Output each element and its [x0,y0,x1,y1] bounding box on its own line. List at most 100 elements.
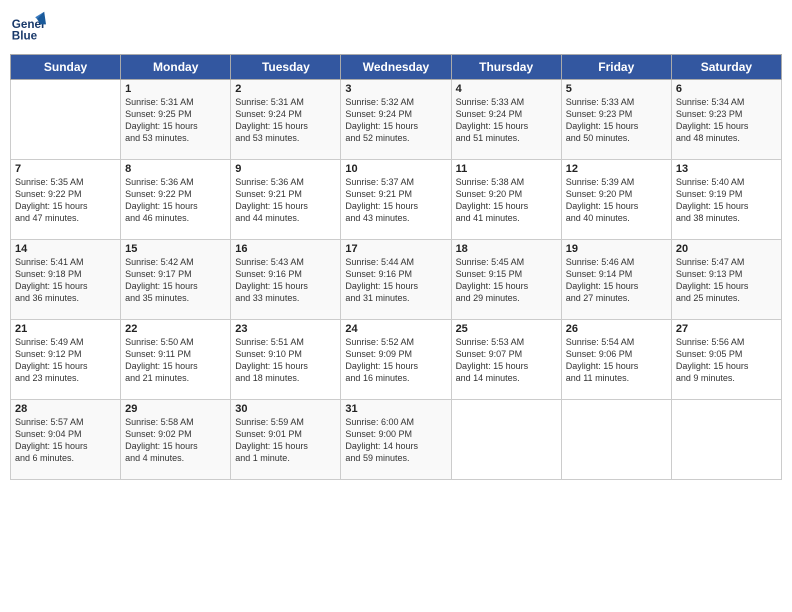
day-number: 23 [235,323,336,335]
page-header: General Blue [10,10,782,46]
day-number: 6 [676,83,777,95]
day-info: Sunrise: 6:00 AM Sunset: 9:00 PM Dayligh… [345,416,446,465]
day-info: Sunrise: 5:56 AM Sunset: 9:05 PM Dayligh… [676,336,777,385]
calendar-cell: 30Sunrise: 5:59 AM Sunset: 9:01 PM Dayli… [231,400,341,480]
day-number: 25 [456,323,557,335]
calendar-header: SundayMondayTuesdayWednesdayThursdayFrid… [11,55,782,80]
day-info: Sunrise: 5:41 AM Sunset: 9:18 PM Dayligh… [15,256,116,305]
day-number: 8 [125,163,226,175]
day-info: Sunrise: 5:36 AM Sunset: 9:21 PM Dayligh… [235,176,336,225]
day-info: Sunrise: 5:33 AM Sunset: 9:23 PM Dayligh… [566,96,667,145]
calendar-cell: 27Sunrise: 5:56 AM Sunset: 9:05 PM Dayli… [671,320,781,400]
day-info: Sunrise: 5:33 AM Sunset: 9:24 PM Dayligh… [456,96,557,145]
calendar-cell: 25Sunrise: 5:53 AM Sunset: 9:07 PM Dayli… [451,320,561,400]
day-number: 13 [676,163,777,175]
calendar-week-row: 14Sunrise: 5:41 AM Sunset: 9:18 PM Dayli… [11,240,782,320]
calendar-cell: 20Sunrise: 5:47 AM Sunset: 9:13 PM Dayli… [671,240,781,320]
day-number: 28 [15,403,116,415]
calendar-cell: 7Sunrise: 5:35 AM Sunset: 9:22 PM Daylig… [11,160,121,240]
calendar-cell: 12Sunrise: 5:39 AM Sunset: 9:20 PM Dayli… [561,160,671,240]
calendar-cell [11,80,121,160]
day-number: 30 [235,403,336,415]
calendar-cell: 16Sunrise: 5:43 AM Sunset: 9:16 PM Dayli… [231,240,341,320]
day-number: 5 [566,83,667,95]
day-info: Sunrise: 5:31 AM Sunset: 9:24 PM Dayligh… [235,96,336,145]
day-number: 22 [125,323,226,335]
calendar-cell: 13Sunrise: 5:40 AM Sunset: 9:19 PM Dayli… [671,160,781,240]
day-info: Sunrise: 5:52 AM Sunset: 9:09 PM Dayligh… [345,336,446,385]
calendar-cell: 21Sunrise: 5:49 AM Sunset: 9:12 PM Dayli… [11,320,121,400]
calendar-cell [561,400,671,480]
calendar-cell: 17Sunrise: 5:44 AM Sunset: 9:16 PM Dayli… [341,240,451,320]
day-info: Sunrise: 5:34 AM Sunset: 9:23 PM Dayligh… [676,96,777,145]
calendar-cell: 4Sunrise: 5:33 AM Sunset: 9:24 PM Daylig… [451,80,561,160]
day-info: Sunrise: 5:57 AM Sunset: 9:04 PM Dayligh… [15,416,116,465]
day-info: Sunrise: 5:36 AM Sunset: 9:22 PM Dayligh… [125,176,226,225]
calendar-week-row: 28Sunrise: 5:57 AM Sunset: 9:04 PM Dayli… [11,400,782,480]
day-info: Sunrise: 5:58 AM Sunset: 9:02 PM Dayligh… [125,416,226,465]
day-number: 2 [235,83,336,95]
day-info: Sunrise: 5:39 AM Sunset: 9:20 PM Dayligh… [566,176,667,225]
calendar-table: SundayMondayTuesdayWednesdayThursdayFrid… [10,54,782,480]
day-number: 12 [566,163,667,175]
day-of-week-header: Tuesday [231,55,341,80]
calendar-week-row: 7Sunrise: 5:35 AM Sunset: 9:22 PM Daylig… [11,160,782,240]
day-info: Sunrise: 5:50 AM Sunset: 9:11 PM Dayligh… [125,336,226,385]
day-number: 16 [235,243,336,255]
calendar-cell: 31Sunrise: 6:00 AM Sunset: 9:00 PM Dayli… [341,400,451,480]
calendar-cell: 9Sunrise: 5:36 AM Sunset: 9:21 PM Daylig… [231,160,341,240]
calendar-cell: 14Sunrise: 5:41 AM Sunset: 9:18 PM Dayli… [11,240,121,320]
calendar-cell: 19Sunrise: 5:46 AM Sunset: 9:14 PM Dayli… [561,240,671,320]
calendar-body: 1Sunrise: 5:31 AM Sunset: 9:25 PM Daylig… [11,80,782,480]
calendar-cell: 15Sunrise: 5:42 AM Sunset: 9:17 PM Dayli… [121,240,231,320]
day-number: 21 [15,323,116,335]
day-number: 10 [345,163,446,175]
calendar-cell: 18Sunrise: 5:45 AM Sunset: 9:15 PM Dayli… [451,240,561,320]
day-info: Sunrise: 5:44 AM Sunset: 9:16 PM Dayligh… [345,256,446,305]
calendar-week-row: 21Sunrise: 5:49 AM Sunset: 9:12 PM Dayli… [11,320,782,400]
day-info: Sunrise: 5:40 AM Sunset: 9:19 PM Dayligh… [676,176,777,225]
day-info: Sunrise: 5:53 AM Sunset: 9:07 PM Dayligh… [456,336,557,385]
day-info: Sunrise: 5:59 AM Sunset: 9:01 PM Dayligh… [235,416,336,465]
day-number: 14 [15,243,116,255]
day-info: Sunrise: 5:51 AM Sunset: 9:10 PM Dayligh… [235,336,336,385]
day-info: Sunrise: 5:43 AM Sunset: 9:16 PM Dayligh… [235,256,336,305]
calendar-cell: 1Sunrise: 5:31 AM Sunset: 9:25 PM Daylig… [121,80,231,160]
calendar-cell: 24Sunrise: 5:52 AM Sunset: 9:09 PM Dayli… [341,320,451,400]
calendar-cell [451,400,561,480]
day-number: 31 [345,403,446,415]
day-number: 24 [345,323,446,335]
logo-icon: General Blue [10,10,46,46]
day-info: Sunrise: 5:47 AM Sunset: 9:13 PM Dayligh… [676,256,777,305]
day-number: 20 [676,243,777,255]
day-number: 26 [566,323,667,335]
day-number: 4 [456,83,557,95]
day-info: Sunrise: 5:54 AM Sunset: 9:06 PM Dayligh… [566,336,667,385]
svg-text:Blue: Blue [12,30,38,43]
day-number: 1 [125,83,226,95]
day-info: Sunrise: 5:45 AM Sunset: 9:15 PM Dayligh… [456,256,557,305]
calendar-cell: 2Sunrise: 5:31 AM Sunset: 9:24 PM Daylig… [231,80,341,160]
calendar-cell: 23Sunrise: 5:51 AM Sunset: 9:10 PM Dayli… [231,320,341,400]
day-info: Sunrise: 5:32 AM Sunset: 9:24 PM Dayligh… [345,96,446,145]
calendar-cell: 11Sunrise: 5:38 AM Sunset: 9:20 PM Dayli… [451,160,561,240]
day-of-week-header: Sunday [11,55,121,80]
calendar-cell [671,400,781,480]
day-info: Sunrise: 5:49 AM Sunset: 9:12 PM Dayligh… [15,336,116,385]
calendar-cell: 6Sunrise: 5:34 AM Sunset: 9:23 PM Daylig… [671,80,781,160]
calendar-cell: 5Sunrise: 5:33 AM Sunset: 9:23 PM Daylig… [561,80,671,160]
calendar-cell: 8Sunrise: 5:36 AM Sunset: 9:22 PM Daylig… [121,160,231,240]
day-of-week-header: Saturday [671,55,781,80]
day-info: Sunrise: 5:31 AM Sunset: 9:25 PM Dayligh… [125,96,226,145]
day-number: 19 [566,243,667,255]
day-of-week-header: Thursday [451,55,561,80]
day-number: 15 [125,243,226,255]
day-info: Sunrise: 5:37 AM Sunset: 9:21 PM Dayligh… [345,176,446,225]
day-number: 27 [676,323,777,335]
day-info: Sunrise: 5:38 AM Sunset: 9:20 PM Dayligh… [456,176,557,225]
day-info: Sunrise: 5:35 AM Sunset: 9:22 PM Dayligh… [15,176,116,225]
day-number: 3 [345,83,446,95]
day-of-week-header: Wednesday [341,55,451,80]
day-number: 18 [456,243,557,255]
day-of-week-header: Friday [561,55,671,80]
